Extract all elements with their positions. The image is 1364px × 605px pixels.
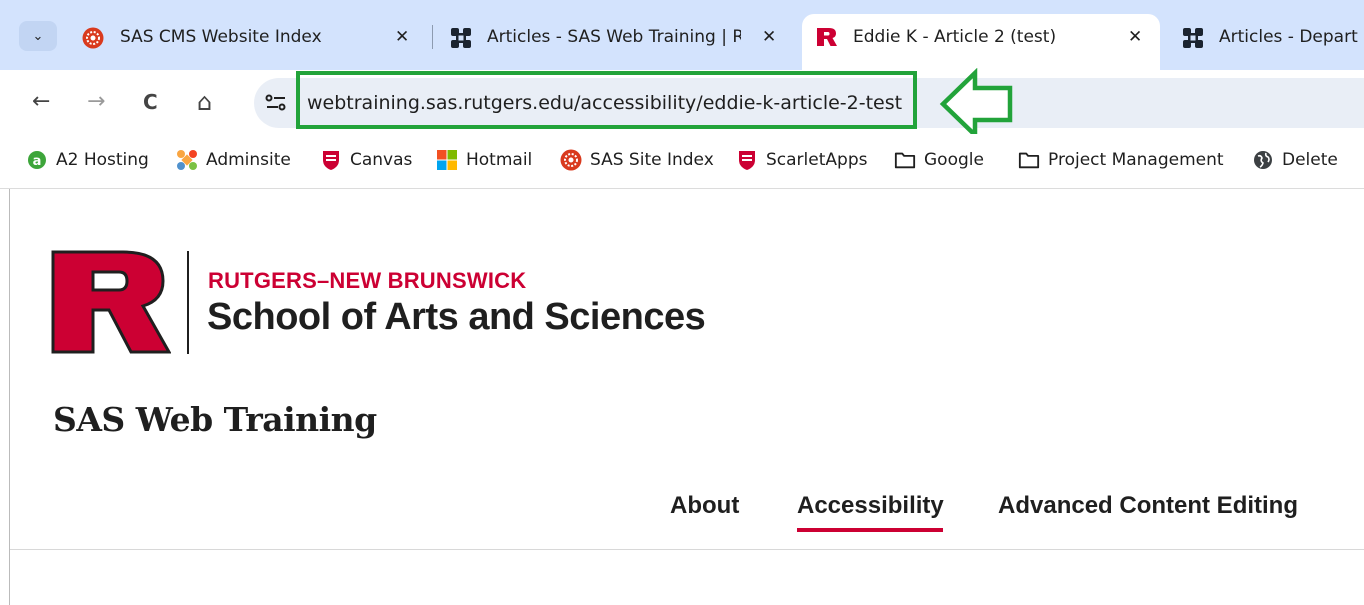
tab-search-button[interactable]: ⌄ — [19, 21, 57, 51]
joomla-icon — [1183, 28, 1203, 48]
page-viewport — [9, 189, 1364, 605]
bookmark-label: Delete — [1282, 150, 1338, 170]
bookmark-hotmail[interactable]: Hotmail — [436, 148, 532, 172]
sas-logo-icon — [560, 149, 582, 171]
bookmark-delete[interactable]: Delete — [1252, 148, 1338, 172]
rutgers-r-icon — [817, 28, 837, 46]
close-tab-button[interactable]: ✕ — [762, 27, 776, 47]
rutgers-r-logo[interactable] — [51, 250, 171, 356]
tab-title: Articles - Depart — [1219, 27, 1358, 47]
joomla-icon — [451, 28, 471, 48]
a2-hosting-icon: a — [26, 149, 48, 171]
globe-icon — [1252, 149, 1274, 171]
bookmarks-bar: a A2 Hosting Adminsite Canvas Hotmail SA… — [0, 134, 1364, 189]
sas-logo-icon — [82, 27, 104, 49]
tab-articles-web-training[interactable]: Articles - SAS Web Training | Ru ✕ — [445, 18, 790, 58]
bookmark-folder-google[interactable]: Google — [894, 148, 984, 172]
rutgers-shield-icon — [320, 149, 342, 171]
bookmark-label: Project Management — [1048, 150, 1224, 170]
bookmark-sas-site-index[interactable]: SAS Site Index — [560, 148, 714, 172]
logo-divider — [187, 251, 189, 354]
bookmark-label: ScarletApps — [766, 150, 868, 170]
chevron-down-icon: ⌄ — [32, 28, 44, 44]
windows-icon — [436, 149, 458, 171]
arrow-left-icon — [939, 68, 1013, 140]
rutgers-shield-icon — [736, 149, 758, 171]
folder-icon — [894, 149, 916, 171]
forward-button[interactable]: → — [87, 88, 105, 116]
tab-strip: ⌄ SAS CMS Website Index ✕ Articles - SAS… — [0, 0, 1364, 70]
folder-icon — [1018, 149, 1040, 171]
bookmark-label: Google — [924, 150, 984, 170]
org-name-line2: School of Arts and Sciences — [207, 296, 706, 338]
bookmark-adminsite[interactable]: Adminsite — [176, 148, 291, 172]
tab-articles-department[interactable]: Articles - Depart — [1170, 18, 1364, 58]
bookmark-canvas[interactable]: Canvas — [320, 148, 412, 172]
site-settings-icon[interactable] — [264, 92, 288, 114]
nav-about[interactable]: About — [670, 492, 739, 520]
home-button[interactable]: ⌂ — [197, 88, 212, 116]
close-tab-button[interactable]: ✕ — [1128, 27, 1142, 47]
nav-divider — [10, 549, 1364, 550]
tab-eddie-k-article[interactable]: Eddie K - Article 2 (test) ✕ — [802, 14, 1160, 70]
tab-title: Articles - SAS Web Training | Ru — [487, 27, 741, 47]
bookmark-label: SAS Site Index — [590, 150, 714, 170]
bookmark-a2-hosting[interactable]: a A2 Hosting — [26, 148, 149, 172]
reload-button[interactable]: C — [143, 88, 158, 116]
bookmark-label: Canvas — [350, 150, 413, 170]
tab-separator — [432, 25, 433, 49]
bookmark-label: A2 Hosting — [56, 150, 149, 170]
tab-title: Eddie K - Article 2 (test) — [853, 27, 1057, 47]
tab-sas-cms-index[interactable]: SAS CMS Website Index ✕ — [78, 18, 423, 58]
tab-title: SAS CMS Website Index — [120, 27, 322, 47]
org-name-line1: RUTGERS–NEW BRUNSWICK — [208, 268, 527, 293]
bookmark-folder-project-management[interactable]: Project Management — [1018, 148, 1224, 172]
close-tab-button[interactable]: ✕ — [395, 27, 409, 47]
nav-advanced-content-editing[interactable]: Advanced Content Editing — [998, 492, 1298, 520]
site-title[interactable]: SAS Web Training — [53, 400, 377, 439]
bookmark-label: Adminsite — [206, 150, 291, 170]
url-highlight-box — [296, 71, 917, 129]
svg-text:a: a — [33, 154, 42, 169]
joomla-icon — [176, 149, 198, 171]
back-button[interactable]: ← — [32, 88, 50, 116]
bookmark-label: Hotmail — [466, 150, 533, 170]
bookmark-scarletapps[interactable]: ScarletApps — [736, 148, 867, 172]
nav-accessibility[interactable]: Accessibility — [797, 492, 944, 520]
active-nav-indicator — [797, 528, 943, 532]
